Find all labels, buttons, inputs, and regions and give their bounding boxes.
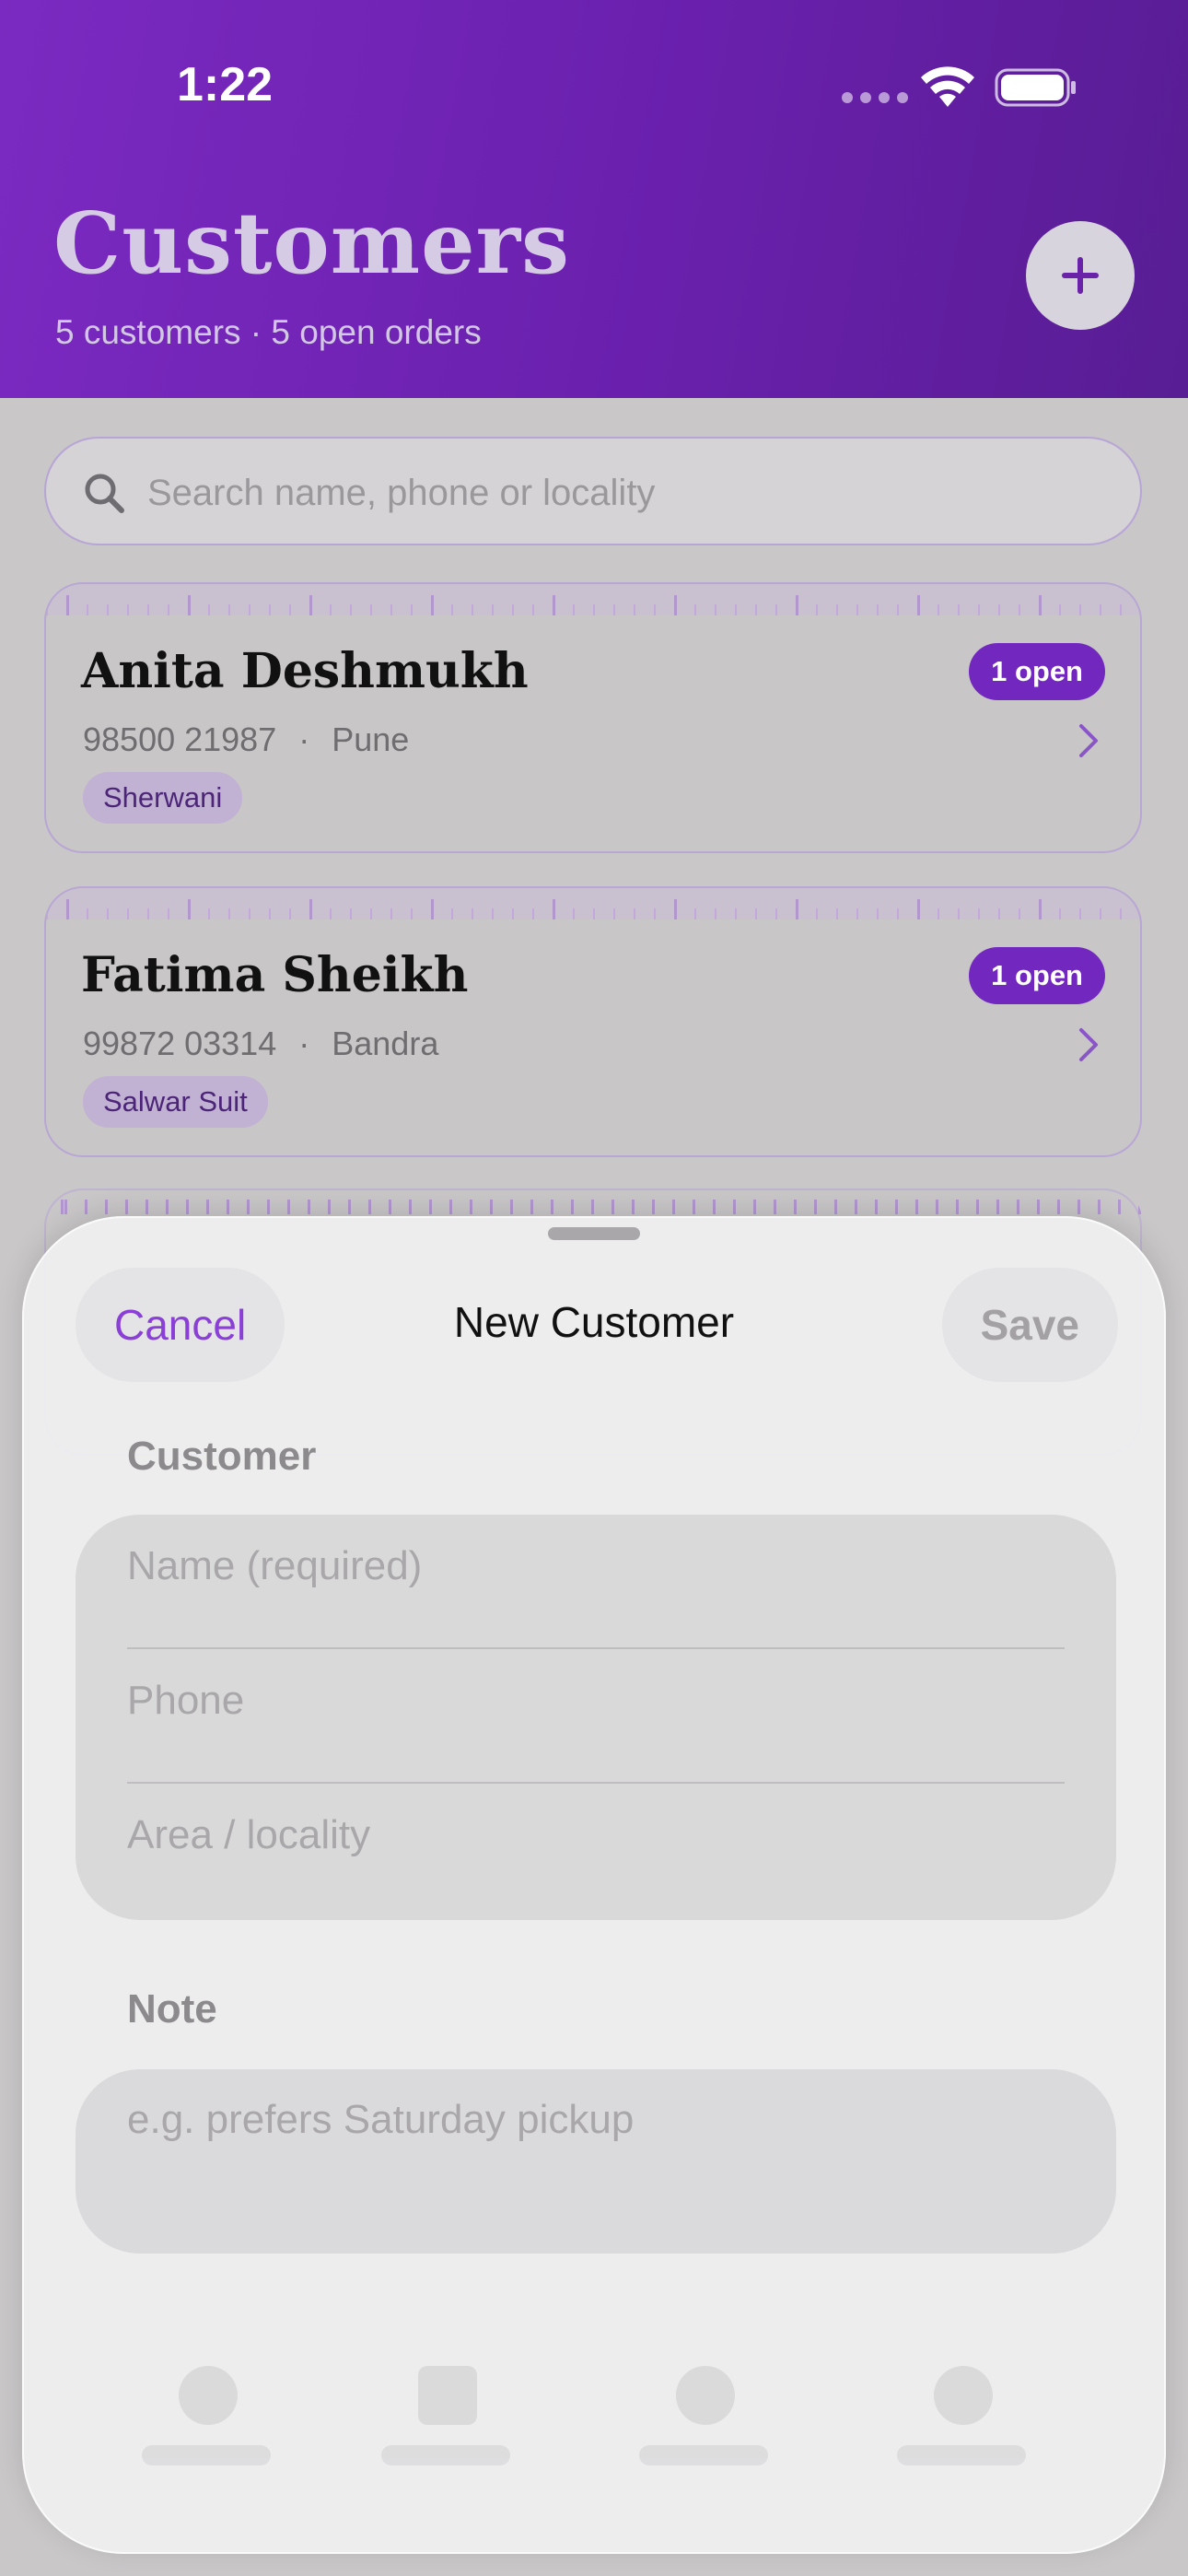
chevron-right-icon: [1079, 724, 1098, 757]
customer-name: Fatima Sheikh: [81, 947, 469, 1003]
meta-separator: ·: [298, 720, 310, 758]
customer-locality: Pune: [332, 720, 410, 758]
signal-icon: [842, 92, 908, 103]
garment-tag: Salwar Suit: [83, 1076, 268, 1128]
tab-obscured: [869, 2357, 1054, 2495]
note-field[interactable]: [127, 2097, 1065, 2163]
tab-bar-obscured: [77, 2357, 1111, 2495]
customer-locality: Bandra: [332, 1025, 439, 1062]
customer-section-label: Customer: [127, 1434, 317, 1479]
customer-meta: 98500 21987 · Pune: [83, 720, 409, 759]
field-divider: [127, 1647, 1065, 1649]
open-orders-badge: 1 open: [969, 947, 1105, 1004]
customer-card[interactable]: Fatima Sheikh 99872 03314 · Bandra Salwa…: [44, 886, 1142, 1157]
field-divider: [127, 1782, 1065, 1784]
plus-icon: [1062, 257, 1099, 294]
add-customer-button[interactable]: [1026, 221, 1135, 330]
customer-fields-group: [76, 1515, 1116, 1920]
app-header: 1:22 Customers 5 customers · 5 open orde…: [0, 0, 1188, 398]
wifi-icon: [921, 66, 974, 107]
sheet-grabber[interactable]: [548, 1227, 640, 1240]
tab-obscured: [354, 2357, 538, 2495]
garment-tag: Sherwani: [83, 772, 243, 824]
area-field[interactable]: [127, 1791, 1065, 1879]
page-title: Customers: [53, 193, 570, 293]
phone-field[interactable]: [127, 1657, 1065, 1745]
note-field-group: [76, 2069, 1116, 2254]
customer-phone: 98500 21987: [83, 720, 277, 758]
page-subtitle: 5 customers · 5 open orders: [55, 313, 482, 351]
open-orders-badge: 1 open: [969, 643, 1105, 700]
chevron-right-icon: [1079, 1028, 1098, 1061]
search-bar[interactable]: [44, 437, 1142, 545]
status-time: 1:22: [177, 58, 274, 111]
note-section-label: Note: [127, 1986, 217, 2032]
customer-meta: 99872 03314 · Bandra: [83, 1025, 438, 1063]
meta-separator: ·: [298, 1025, 310, 1062]
tab-obscured: [114, 2357, 298, 2495]
customer-card[interactable]: Anita Deshmukh 98500 21987 · Pune Sherwa…: [44, 582, 1142, 853]
name-field[interactable]: [127, 1522, 1065, 1610]
search-icon: [85, 474, 124, 513]
tape-measure-strip: [46, 888, 1140, 919]
tape-measure-strip: [44, 1188, 1142, 1220]
tab-obscured: [611, 2357, 796, 2495]
new-customer-sheet: Cancel New Customer Save Customer Note: [22, 1216, 1166, 2554]
customer-name: Anita Deshmukh: [81, 643, 529, 699]
search-input[interactable]: [146, 459, 1107, 527]
save-button[interactable]: Save: [941, 1268, 1118, 1382]
customer-phone: 99872 03314: [83, 1025, 277, 1062]
battery-icon: [995, 68, 1076, 107]
tape-measure-strip: [46, 584, 1140, 615]
